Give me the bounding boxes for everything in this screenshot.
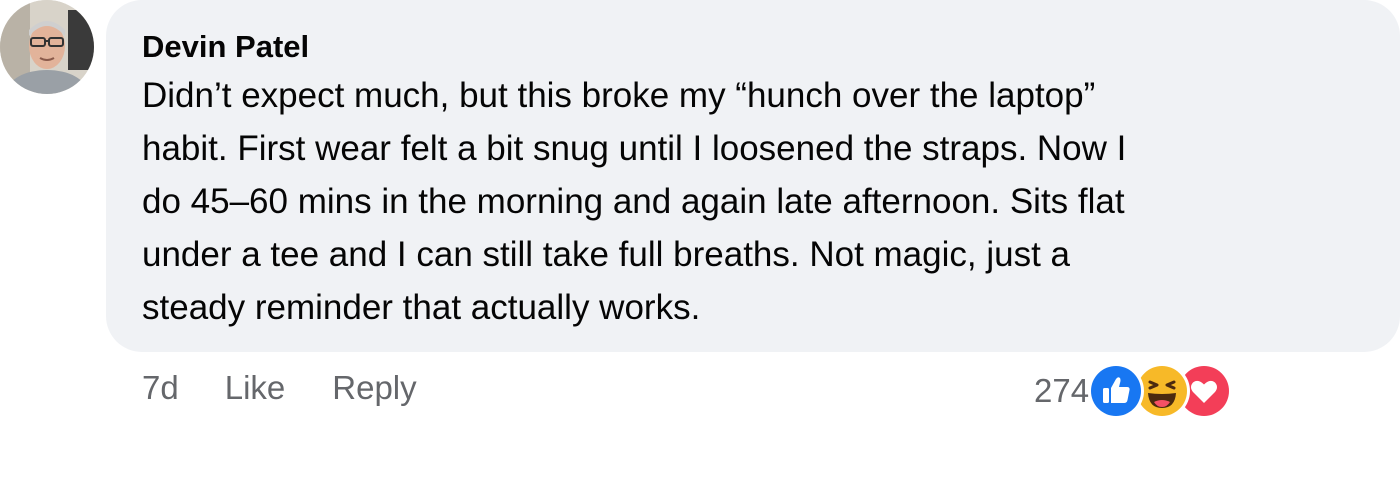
comment-author[interactable]: Devin Patel (142, 27, 1364, 67)
reactions-summary[interactable]: 274 (1034, 364, 1237, 418)
comment-text-line: under a tee and I can still take full br… (142, 235, 1070, 274)
comment-actions: 7d Like Reply (142, 364, 417, 412)
comment-text-line: Didn’t expect much, but this broke my “h… (142, 76, 1096, 115)
avatar[interactable] (0, 0, 94, 94)
comment-text-line: habit. First wear felt a bit snug until … (142, 129, 1127, 168)
reply-button[interactable]: Reply (332, 369, 416, 407)
reaction-count: 274 (1034, 372, 1090, 409)
comment-text: Didn’t expect much, but this broke my “h… (142, 69, 1364, 334)
avatar-photo (0, 0, 94, 94)
comment-timestamp[interactable]: 7d (142, 369, 179, 407)
haha-icon (1137, 366, 1188, 416)
comment-text-line: steady reminder that actually works. (142, 288, 701, 327)
reaction-icons (1091, 364, 1237, 418)
comment-bubble: Devin Patel Didn’t expect much, but this… (106, 0, 1400, 352)
like-icon (1091, 366, 1142, 416)
comment: Devin Patel Didn’t expect much, but this… (0, 0, 1400, 500)
comment-text-line: do 45–60 mins in the morning and again l… (142, 182, 1125, 221)
like-button[interactable]: Like (225, 369, 286, 407)
